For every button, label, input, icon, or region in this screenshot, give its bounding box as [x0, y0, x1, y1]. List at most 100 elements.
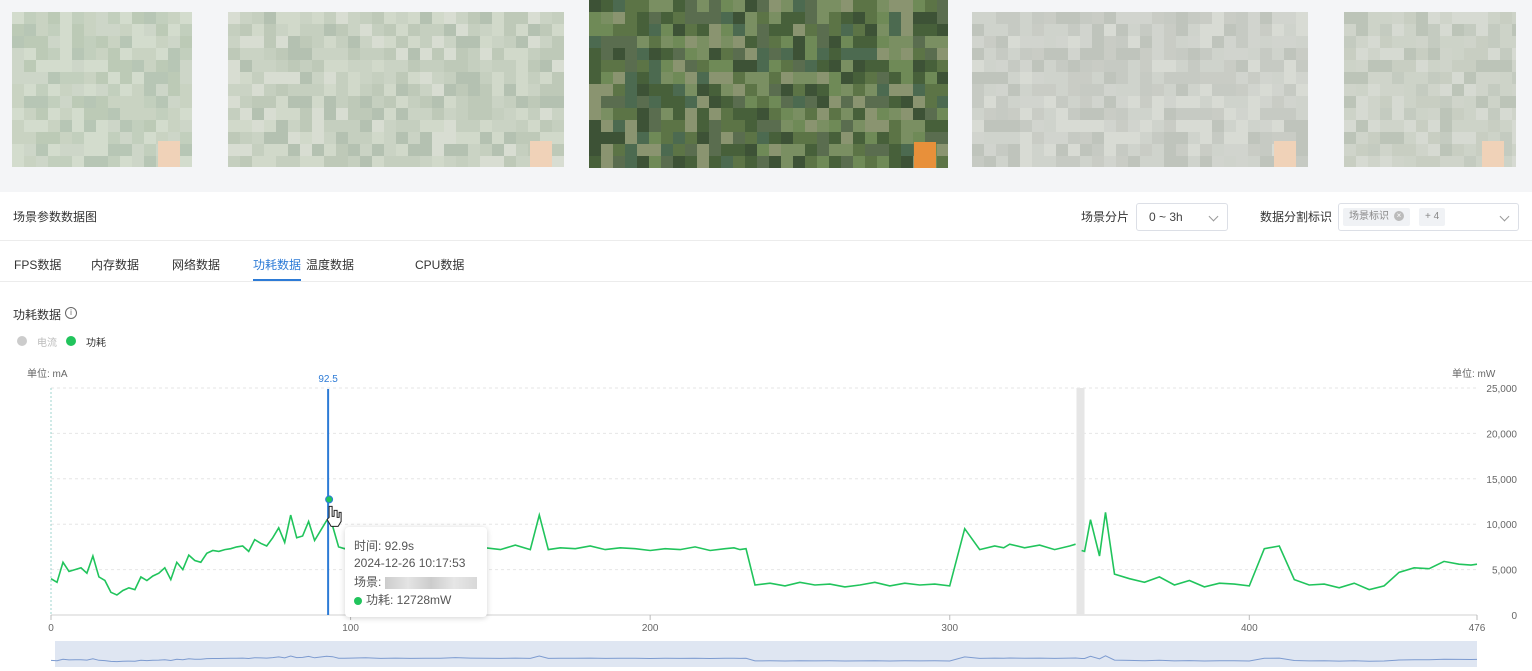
thumbnail-pixel [937, 24, 948, 36]
thumbnail-pixel [1344, 156, 1356, 167]
thumbnail-pixel [841, 48, 853, 60]
thumbnail-pixel [516, 132, 528, 144]
thumbnail-pixel [1500, 12, 1512, 24]
thumbnail-pixel [120, 144, 132, 156]
scene-thumbnail[interactable] [228, 12, 564, 167]
thumbnail-pixel [793, 60, 805, 72]
thumbnail-pixel [1464, 72, 1476, 84]
thumbnail-pixel [781, 0, 793, 12]
thumbnail-pixel [540, 60, 552, 72]
thumbnail-pixel [1116, 120, 1128, 132]
close-icon[interactable]: × [1394, 211, 1404, 222]
thumbnail-pixel [480, 156, 492, 167]
thumbnail-pixel [324, 120, 336, 132]
data-split-select[interactable]: 场景标识 × + 4 [1338, 203, 1519, 231]
thumbnail-pixel [865, 12, 877, 24]
thumbnail-pixel [1428, 36, 1440, 48]
thumbnail-pixel [589, 108, 601, 120]
thumbnail-pixel [1092, 96, 1104, 108]
thumbnail-pixel [312, 96, 324, 108]
thumbnail-pixel [901, 132, 913, 144]
thumbnail-pixel [757, 12, 769, 24]
thumbnail-pixel [745, 0, 757, 12]
thumbnail-pixel [72, 132, 84, 144]
tab-memory[interactable]: 内存数据 [91, 256, 139, 273]
thumbnail-pixel [324, 132, 336, 144]
thumbnail-pixel [36, 132, 48, 144]
thumbnail-pixel [504, 144, 516, 156]
thumbnail-pixel [1020, 60, 1032, 72]
tab-network[interactable]: 网络数据 [172, 256, 220, 273]
thumbnail-pixel [1008, 24, 1020, 36]
thumbnail-pixel [300, 60, 312, 72]
thumbnail-pixel [829, 144, 841, 156]
thumbnail-pixel [781, 120, 793, 132]
thumbnail-pixel [1500, 48, 1512, 60]
thumbnail-pixel [396, 12, 408, 24]
thumbnail-pixel [108, 96, 120, 108]
thumbnail-pixel [360, 24, 372, 36]
thumbnail-pixel [84, 72, 96, 84]
thumbnail-pixel [625, 60, 637, 72]
thumbnail-pixel [841, 144, 853, 156]
thumbnail-pixel [661, 132, 673, 144]
thumbnail-pixel [1440, 24, 1452, 36]
chart-navigator[interactable] [50, 641, 1478, 667]
tab-fps[interactable]: FPS数据 [14, 256, 61, 273]
thumbnail-pixel [781, 156, 793, 168]
power-line-chart[interactable]: 05,00010,00015,00020,00025,0000 100 200 300… [0, 360, 1532, 671]
scene-split-select[interactable]: 0 ~ 3h [1136, 203, 1228, 231]
thumbnail-pixel [1032, 48, 1044, 60]
thumbnail-pixel [1152, 120, 1164, 132]
thumbnail-badge [914, 142, 936, 168]
scene-thumbnail[interactable] [12, 12, 192, 167]
thumbnail-pixel [264, 24, 276, 36]
thumbnail-pixel [1428, 48, 1440, 60]
thumbnail-pixel [721, 60, 733, 72]
thumbnail-pixel [180, 48, 192, 60]
tab-cpu[interactable]: CPU数据 [415, 256, 464, 273]
thumbnail-pixel [613, 24, 625, 36]
thumbnail-pixel [1416, 72, 1428, 84]
thumbnail-pixel [228, 72, 240, 84]
thumbnail-pixel [48, 108, 60, 120]
scene-thumbnail-selected[interactable] [589, 0, 948, 168]
thumbnail-pixel [396, 108, 408, 120]
thumbnail-pixel [348, 84, 360, 96]
scene-thumbnail[interactable] [1344, 12, 1516, 167]
thumbnail-pixel [601, 24, 613, 36]
thumbnail-pixel [1344, 72, 1356, 84]
thumbnail-pixel [168, 96, 180, 108]
thumbnail-pixel [769, 84, 781, 96]
thumbnail-pixel [360, 84, 372, 96]
tab-power[interactable]: 功耗数据 [253, 256, 301, 273]
thumbnail-pixel [1212, 60, 1224, 72]
thumbnail-pixel [972, 24, 984, 36]
thumbnail-pixel [697, 84, 709, 96]
data-split-tag[interactable]: 场景标识 × [1343, 208, 1410, 226]
thumbnail-pixel [396, 132, 408, 144]
thumbnail-pixel [661, 12, 673, 24]
tab-temperature[interactable]: 温度数据 [306, 256, 354, 273]
thumbnail-pixel [1044, 48, 1056, 60]
thumbnail-pixel [504, 84, 516, 96]
thumbnail-pixel [877, 132, 889, 144]
thumbnail-pixel [1248, 144, 1260, 156]
thumbnail-pixel [180, 144, 192, 156]
thumbnail-pixel [1056, 60, 1068, 72]
thumbnail-pixel [276, 84, 288, 96]
thumbnail-pixel [60, 96, 72, 108]
thumbnail-pixel [300, 108, 312, 120]
thumbnail-pixel [769, 12, 781, 24]
thumbnail-pixel [432, 72, 444, 84]
thumbnail-pixel [1176, 132, 1188, 144]
scene-thumbnail[interactable] [972, 12, 1308, 167]
thumbnail-pixel [1044, 12, 1056, 24]
info-icon[interactable]: i [65, 307, 77, 319]
thumbnail-pixel [1404, 132, 1416, 144]
thumbnail-pixel [468, 84, 480, 96]
thumbnail-pixel [1176, 36, 1188, 48]
thumbnail-pixel [324, 108, 336, 120]
thumbnail-pixel [613, 48, 625, 60]
thumbnail-pixel [781, 108, 793, 120]
